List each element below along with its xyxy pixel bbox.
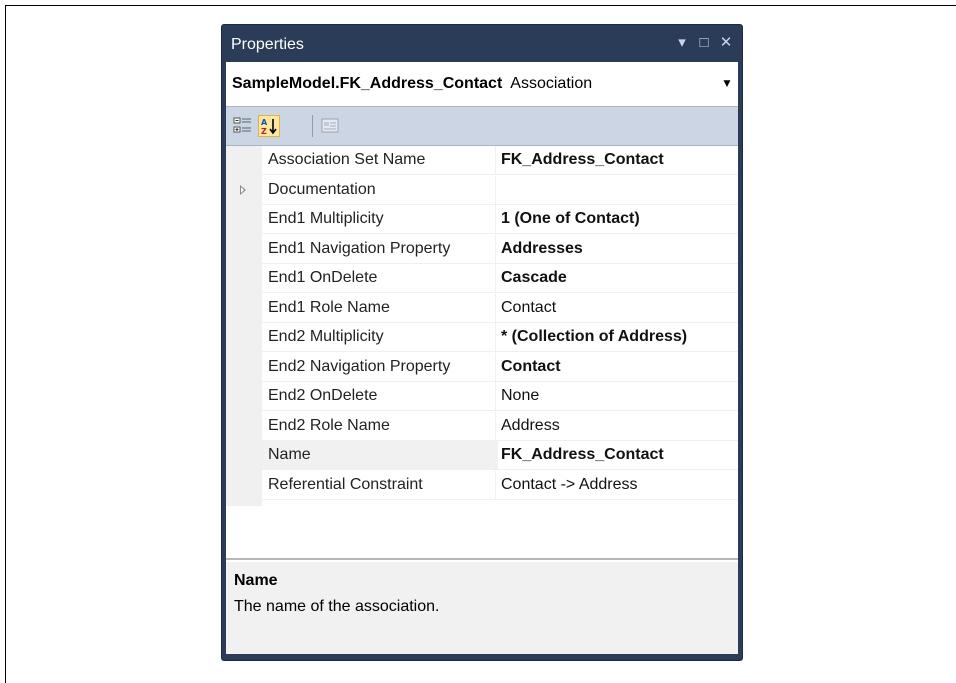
property-row[interactable]: End1 Role Name Contact	[226, 293, 738, 323]
svg-text:Z: Z	[261, 127, 267, 136]
properties-toolbar: A Z	[226, 107, 738, 146]
property-value[interactable]: * (Collection of Address)	[495, 323, 738, 352]
titlebar[interactable]: Properties ▾ □ ✕	[226, 28, 738, 60]
description-title: Name	[234, 572, 278, 589]
property-name[interactable]: End1 OnDelete	[262, 264, 498, 293]
property-pages-icon[interactable]	[319, 115, 341, 137]
property-row[interactable]: End1 Multiplicity 1 (One of Contact)	[226, 205, 738, 234]
property-grid: Association Set Name FK_Address_Contact Do…	[226, 146, 738, 558]
description-pane: Name The name of the association.	[226, 562, 738, 654]
property-value[interactable]: Cascade	[495, 264, 738, 293]
svg-text:A: A	[261, 118, 268, 127]
property-row[interactable]: End1 Navigation Property Addresses	[226, 234, 738, 264]
property-value[interactable]: Contact	[495, 352, 738, 382]
property-row[interactable]: End2 OnDelete None	[226, 382, 738, 411]
close-icon[interactable]: ✕	[716, 33, 736, 53]
property-value[interactable]: Address	[495, 411, 738, 441]
property-value[interactable]	[495, 175, 738, 205]
frame-left-border	[5, 5, 6, 683]
properties-window: Properties ▾ □ ✕ SampleModel.FK_Address_…	[221, 24, 743, 661]
property-name[interactable]: End1 Role Name	[262, 294, 498, 323]
property-value[interactable]: FK_Address_Contact	[495, 146, 738, 175]
object-selector[interactable]: SampleModel.FK_Address_Contact Associati…	[226, 62, 738, 107]
property-name[interactable]: End2 Role Name	[262, 412, 498, 441]
property-row[interactable]: End1 OnDelete Cascade	[226, 264, 738, 293]
object-type: Association	[510, 75, 593, 92]
property-row[interactable]: End2 Role Name Address	[226, 411, 738, 441]
chevron-down-icon[interactable]: ▼	[718, 72, 736, 96]
properties-panel: SampleModel.FK_Address_Contact Associati…	[226, 62, 738, 654]
frame-top-border	[5, 5, 956, 6]
property-row[interactable]: Name FK_Address_Contact	[226, 441, 738, 470]
categorized-icon[interactable]	[232, 115, 254, 137]
object-selector-label: SampleModel.FK_Address_Contact Associati…	[232, 75, 592, 93]
property-value[interactable]: FK_Address_Contact	[495, 441, 738, 470]
property-name[interactable]: Referential Constraint	[262, 471, 498, 500]
alphabetical-icon[interactable]: A Z	[258, 115, 280, 137]
description-text: The name of the association.	[234, 598, 440, 615]
property-name[interactable]: Name	[262, 441, 498, 470]
window-title: Properties	[231, 36, 304, 53]
property-row[interactable]: Referential Constraint Contact -> Address	[226, 470, 738, 500]
property-value[interactable]: Addresses	[495, 234, 738, 264]
toolbar-separator	[312, 115, 313, 137]
property-value[interactable]: Contact	[495, 293, 738, 323]
property-row[interactable]: End2 Navigation Property Contact	[226, 352, 738, 382]
maximize-icon[interactable]: □	[694, 33, 714, 53]
description-splitter[interactable]	[226, 558, 738, 560]
property-value[interactable]: Contact -> Address	[495, 470, 738, 500]
property-value[interactable]: 1 (One of Contact)	[495, 205, 738, 234]
property-name[interactable]: Documentation	[262, 176, 498, 205]
property-row[interactable]: End2 Multiplicity * (Collection of Addres…	[226, 323, 738, 352]
property-name[interactable]: End1 Navigation Property	[262, 235, 498, 264]
dropdown-icon[interactable]: ▾	[672, 33, 692, 53]
property-name[interactable]: End2 Multiplicity	[262, 323, 498, 352]
property-value[interactable]: None	[495, 382, 738, 411]
property-row[interactable]: Documentation	[226, 175, 738, 205]
property-name[interactable]: End1 Multiplicity	[262, 205, 498, 234]
property-row[interactable]: Association Set Name FK_Address_Contact	[226, 146, 738, 175]
expand-arrow-icon[interactable]	[240, 184, 246, 195]
property-name[interactable]: Association Set Name	[262, 146, 498, 175]
object-name: SampleModel.FK_Address_Contact	[232, 75, 503, 92]
property-name[interactable]: End2 OnDelete	[262, 382, 498, 411]
property-name[interactable]: End2 Navigation Property	[262, 353, 498, 382]
